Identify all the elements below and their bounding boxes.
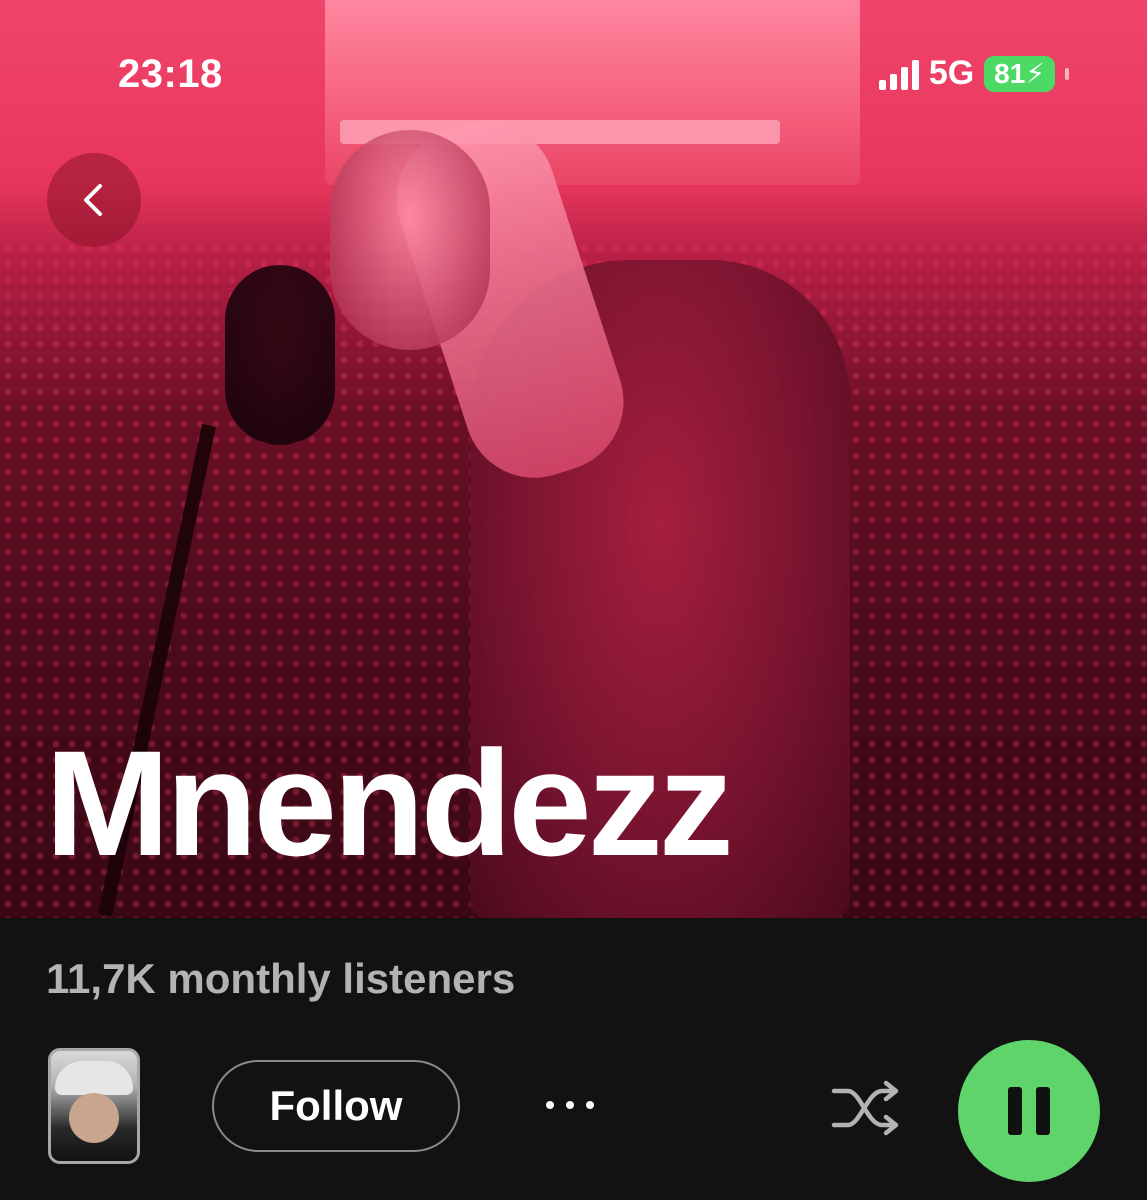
artist-name: Mnendezz [45,719,734,887]
artist-action-bar: Follow [0,1040,1147,1182]
back-button[interactable] [47,153,141,247]
network-type: 5G [928,54,975,92]
more-horizontal-icon-dot [566,1101,574,1109]
shuffle-icon [831,1080,899,1136]
more-options-button[interactable] [530,1080,610,1130]
shuffle-button[interactable] [828,1078,904,1138]
status-time: 23:18 [118,52,223,96]
thumbnail-hat [55,1061,133,1095]
hero-microphone [225,265,335,445]
pause-icon-bar [1036,1087,1050,1135]
artist-pick-thumbnail[interactable] [48,1048,140,1164]
battery-percent: 81 [994,57,1026,89]
more-horizontal-icon-dot [586,1101,594,1109]
signal-strength-icon [878,58,919,90]
status-indicators: 5G 81⚡ [878,54,1069,93]
charging-bolt-icon: ⚡ [1025,57,1045,89]
follow-button[interactable]: Follow [212,1060,460,1152]
hero-artist-head [330,130,490,350]
battery-cap-icon [1065,67,1069,80]
monthly-listeners: 11,7K monthly listeners [46,955,516,1002]
pause-button[interactable] [958,1040,1100,1182]
pause-icon-bar [1008,1087,1022,1135]
battery-level: 81⚡ [984,55,1055,92]
thumbnail-face [69,1093,119,1143]
more-horizontal-icon-dot [546,1101,554,1109]
chevron-left-icon [84,184,102,216]
